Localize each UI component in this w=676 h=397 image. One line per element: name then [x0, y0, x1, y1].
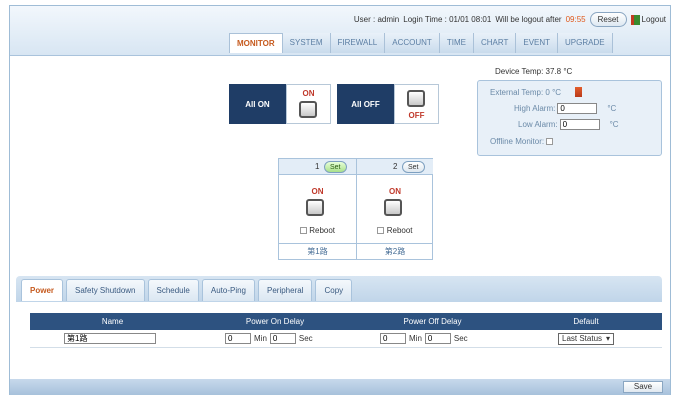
power-off-delay-cell: Min Sec	[355, 333, 510, 344]
device-temp: Device Temp: 37.8 °C	[495, 67, 573, 76]
reboot-option[interactable]: Reboot	[279, 226, 356, 235]
outlet-set-button[interactable]: Set	[324, 161, 347, 173]
outlet-1: 1 Set ON Reboot 第1路	[279, 159, 356, 259]
min-label: Min	[409, 334, 422, 343]
tab-power[interactable]: Power	[21, 279, 64, 301]
reboot-label: Reboot	[309, 226, 336, 235]
all-off-switch[interactable]: OFF	[394, 84, 439, 124]
outlet-number: 1	[315, 162, 320, 171]
nav-tab-chart[interactable]: CHART	[473, 33, 517, 53]
footer-bar: Save	[10, 379, 670, 395]
reboot-label: Reboot	[386, 226, 413, 235]
high-alarm-label: High Alarm:	[514, 104, 556, 113]
logout-timer: 09:55	[565, 15, 586, 24]
offline-monitor-checkbox[interactable]	[546, 138, 554, 145]
low-alarm-unit: °C	[609, 120, 619, 129]
outlet-switch-icon[interactable]	[306, 199, 324, 216]
offline-monitor-row: Offline Monitor:	[490, 137, 554, 146]
logout-after-text: Will be logout after	[495, 15, 562, 24]
outlet-header: 2 Set	[357, 159, 433, 175]
outlet-number: 2	[393, 162, 398, 171]
power-on-sec-input[interactable]	[269, 333, 296, 344]
sec-label: Sec	[453, 334, 468, 343]
nav-tab-time[interactable]: TIME	[439, 33, 474, 53]
logout-label: Logout	[641, 15, 666, 24]
table-header: Name Power On Delay Power Off Delay Defa…	[30, 313, 662, 330]
login-time-text: Login Time : 01/01 08:01	[403, 15, 492, 24]
outlet-2: 2 Set ON Reboot 第2路	[356, 159, 433, 259]
power-off-min-input[interactable]	[380, 333, 406, 344]
offline-monitor-label: Offline Monitor:	[490, 137, 545, 146]
name-cell	[30, 333, 195, 344]
dropdown-arrow-icon: ▾	[606, 334, 611, 343]
user-text: User : admin	[353, 15, 400, 24]
nav-tab-upgrade[interactable]: UPGRADE	[558, 33, 613, 53]
logout-icon	[630, 14, 640, 25]
default-select[interactable]: Last Status ▾	[558, 332, 615, 345]
default-cell: Last Status ▾	[510, 332, 662, 345]
temperature-panel: External Temp: 0 °C High Alarm: °C Low A…	[477, 80, 662, 156]
nav-tab-monitor[interactable]: MONITOR	[229, 33, 283, 53]
main-nav: MONITOR SYSTEM FIREWALL ACCOUNT TIME CHA…	[229, 33, 613, 53]
low-alarm-input[interactable]	[559, 119, 600, 130]
reboot-checkbox[interactable]	[299, 227, 307, 235]
outlet-name-input[interactable]	[64, 333, 156, 344]
logout-link[interactable]: Logout	[630, 14, 666, 25]
high-alarm-unit: °C	[607, 104, 617, 113]
on-label: ON	[302, 89, 315, 98]
outlet-set-button[interactable]: Set	[402, 161, 425, 173]
tab-schedule[interactable]: Schedule	[147, 279, 199, 301]
nav-tab-system[interactable]: SYSTEM	[282, 33, 331, 53]
save-button[interactable]: Save	[623, 381, 663, 393]
power-on-delay-cell: Min Sec	[195, 333, 355, 344]
table-row: Min Sec Min Sec Last Status ▾	[30, 330, 662, 348]
sec-label: Sec	[298, 334, 313, 343]
reset-button[interactable]: Reset	[589, 12, 627, 27]
outlet-name: 第1路	[279, 243, 356, 259]
all-on-button[interactable]: All ON	[229, 84, 286, 124]
column-header: Power Off Delay	[403, 317, 462, 326]
default-value: Last Status	[562, 334, 603, 343]
outlet-switch-icon[interactable]	[384, 199, 402, 216]
nav-tab-firewall[interactable]: FIREWALL	[330, 33, 386, 53]
low-alarm-label: Low Alarm:	[518, 120, 558, 129]
low-alarm-row: Low Alarm: °C	[518, 119, 619, 130]
tab-safety-shutdown[interactable]: Safety Shutdown	[66, 279, 145, 301]
session-info: User : admin Login Time : 01/01 08:01 Wi…	[354, 12, 666, 27]
column-header: Default	[573, 317, 599, 326]
header: User : admin Login Time : 01/01 08:01 Wi…	[10, 6, 670, 56]
high-alarm-input[interactable]	[557, 103, 598, 114]
power-on-min-input[interactable]	[225, 333, 251, 344]
outlet-state-label: ON	[311, 187, 324, 196]
external-temp: External Temp: 0 °C	[490, 87, 562, 97]
nav-tab-event[interactable]: EVENT	[516, 33, 559, 53]
outlet-name: 第2路	[357, 243, 433, 259]
tab-copy[interactable]: Copy	[315, 279, 353, 301]
reboot-option[interactable]: Reboot	[357, 226, 433, 235]
settings-tabbar: Power Safety Shutdown Schedule Auto-Ping…	[16, 276, 662, 302]
thermometer-icon[interactable]	[575, 87, 583, 97]
column-header: Name	[101, 317, 124, 326]
all-off-button[interactable]: All OFF	[337, 84, 394, 124]
tab-auto-ping[interactable]: Auto-Ping	[201, 279, 255, 301]
reboot-checkbox[interactable]	[377, 227, 385, 235]
all-on-switch[interactable]: ON	[286, 84, 331, 124]
external-temp-row: External Temp: 0 °C	[490, 87, 583, 97]
outlet-state-label: ON	[389, 187, 401, 196]
switch-icon	[299, 101, 317, 118]
high-alarm-row: High Alarm: °C	[514, 103, 616, 114]
outlet-header: 1 Set	[279, 159, 356, 175]
switch-icon	[407, 90, 425, 107]
outlet-table: 1 Set ON Reboot 第1路 2 Set ON Reboot 第2路	[278, 158, 433, 260]
tab-peripheral[interactable]: Peripheral	[258, 279, 313, 301]
min-label: Min	[254, 334, 267, 343]
power-settings-table: Name Power On Delay Power Off Delay Defa…	[30, 313, 662, 348]
column-header: Power On Delay	[245, 317, 305, 326]
power-off-sec-input[interactable]	[424, 333, 451, 344]
nav-tab-account[interactable]: ACCOUNT	[385, 33, 440, 53]
off-label: OFF	[408, 111, 425, 120]
app-frame: User : admin Login Time : 01/01 08:01 Wi…	[9, 5, 671, 395]
